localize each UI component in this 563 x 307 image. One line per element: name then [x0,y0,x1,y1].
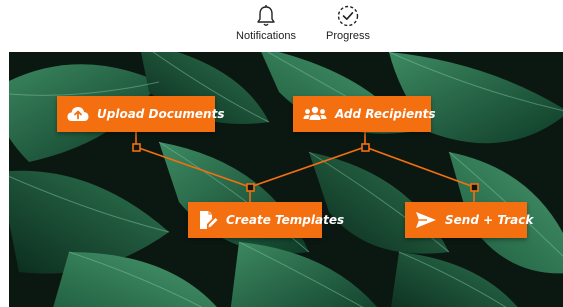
send-track-button[interactable]: Send + Track [405,202,533,238]
nav-progress[interactable]: Progress [325,4,371,42]
create-templates-button[interactable]: Create Templates [188,202,344,238]
nav-notifications-label: Notifications [236,30,296,42]
connector-node-send [470,183,479,192]
upload-documents-button[interactable]: Upload Documents [57,96,224,132]
connector-node-templates [246,183,255,192]
hero-workflow-banner: Upload Documents Add Recipients Create T… [9,52,563,307]
nav-notifications[interactable]: Notifications [235,4,297,42]
users-icon [303,106,327,122]
upload-documents-label: Upload Documents [97,107,225,121]
cloud-upload-icon [67,106,89,122]
send-track-label: Send + Track [445,213,534,227]
send-icon [415,211,437,229]
connector-node-upload [132,143,141,152]
connector-line [135,146,475,188]
nav-progress-label: Progress [325,30,371,42]
create-templates-label: Create Templates [226,213,345,227]
top-navigation-bar: Notifications Progress [0,0,563,52]
connector-node-recipients [361,143,370,152]
bell-icon [255,4,277,28]
add-recipients-button[interactable]: Add Recipients [293,96,436,132]
progress-check-icon [336,4,360,28]
workflow-connectors [132,132,479,202]
add-recipients-label: Add Recipients [335,107,436,121]
template-edit-icon [198,210,218,230]
